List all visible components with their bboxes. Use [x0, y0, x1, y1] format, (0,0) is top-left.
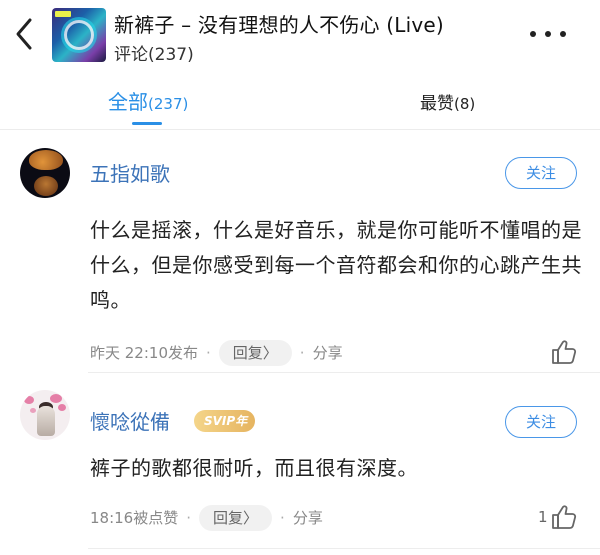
like-button[interactable]: 1 — [536, 503, 580, 531]
comment-meta: 18:16被点赞 · 回复〉 · 分享 — [90, 505, 323, 531]
top-bar: 新裤子 – 没有理想的人不伤心 (Live) 评论(237) — [0, 0, 600, 72]
more-icon[interactable] — [528, 28, 568, 42]
avatar[interactable] — [20, 390, 70, 440]
comment-username[interactable]: 懷唸從備 — [90, 406, 170, 435]
comment-text: 裤子的歌都很耐听，而且很有深度。 — [90, 456, 418, 480]
divider — [88, 372, 600, 373]
reply-button[interactable]: 回复〉 — [199, 505, 273, 531]
back-icon[interactable] — [8, 14, 42, 54]
share-button[interactable]: 分享 — [313, 344, 343, 362]
song-title: 新裤子 – 没有理想的人不伤心 (Live) — [114, 13, 444, 37]
follow-button[interactable]: 关注 — [505, 406, 577, 438]
comment-tabs: 全部(237) 最赞(8) — [0, 72, 600, 130]
album-cover[interactable] — [52, 8, 106, 62]
tab-all-label: 全部 — [108, 90, 148, 114]
tab-all[interactable]: 全部(237) — [108, 86, 189, 125]
comments-page: 新裤子 – 没有理想的人不伤心 (Live) 评论(237) 全部(237) 最… — [0, 0, 600, 555]
follow-button[interactable]: 关注 — [505, 157, 577, 189]
tab-all-count: (237) — [148, 95, 189, 113]
divider — [88, 548, 600, 549]
comment-time: 18:16被点赞 — [90, 509, 179, 527]
comment-total: 评论(237) — [114, 45, 194, 65]
share-button[interactable]: 分享 — [293, 509, 323, 527]
tab-most-liked-label: 最赞 — [420, 94, 454, 114]
comment-meta: 昨天 22:10发布 · 回复〉 · 分享 — [90, 340, 343, 366]
tab-most-liked[interactable]: 最赞(8) — [420, 89, 475, 114]
comment-text: 什么是摇滚，什么是好音乐，就是你可能听不懂唱的是什么，但是你感受到每一个音符都会… — [90, 218, 582, 312]
comment-username[interactable]: 五指如歌 — [90, 158, 170, 187]
like-button[interactable] — [536, 338, 580, 366]
active-tab-indicator — [132, 122, 162, 125]
thumbs-up-icon — [552, 505, 577, 529]
tab-most-liked-count: (8) — [454, 95, 476, 113]
reply-button[interactable]: 回复〉 — [218, 340, 292, 366]
svip-badge: SVIP年 — [194, 410, 256, 432]
thumbs-up-icon — [552, 340, 577, 364]
avatar[interactable] — [20, 148, 70, 198]
like-count: 1 — [538, 508, 548, 526]
comment-time: 昨天 22:10发布 — [90, 344, 198, 362]
